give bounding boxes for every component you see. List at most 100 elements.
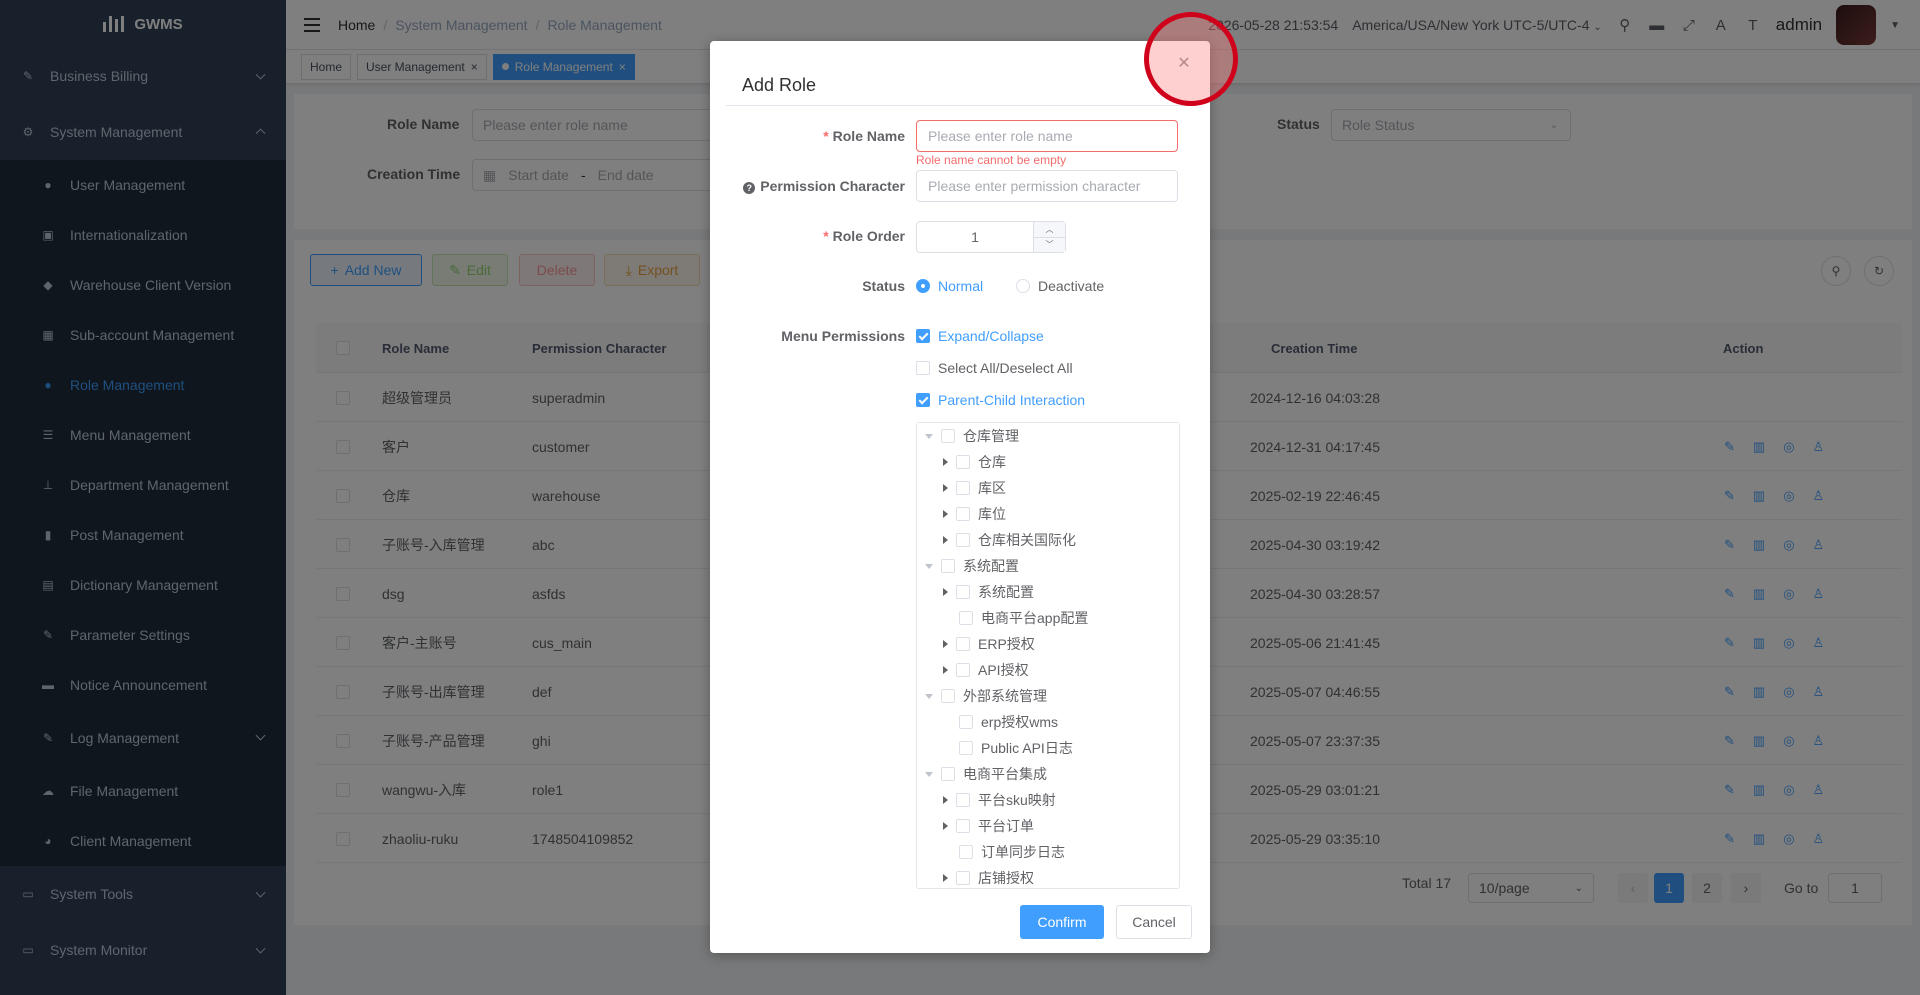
tree-node[interactable]: 系统配置 (925, 553, 1019, 579)
tree-node-label: 平台sku映射 (978, 792, 1056, 808)
tree-node[interactable]: 外部系统管理 (925, 683, 1047, 709)
caret-right-icon[interactable] (943, 588, 948, 596)
tree-node[interactable]: 平台订单 (943, 813, 1034, 839)
caret-right-icon[interactable] (943, 796, 948, 804)
checkbox-checked (916, 329, 930, 343)
tree-node-checkbox[interactable] (959, 611, 973, 625)
caret-right-icon[interactable] (943, 484, 948, 492)
tree-node[interactable]: 仓库 (943, 449, 1006, 475)
tree-node-label: 库区 (978, 480, 1006, 496)
tree-node[interactable]: 订单同步日志 (943, 839, 1065, 865)
tree-node-checkbox[interactable] (956, 455, 970, 469)
checkbox-label: Parent-Child Interaction (938, 392, 1086, 408)
caret-down-icon[interactable] (925, 693, 933, 699)
caret-right-icon[interactable] (943, 510, 948, 518)
tree-node-label: erp授权wms (981, 714, 1059, 730)
caret-right-icon[interactable] (943, 822, 948, 830)
increase-icon[interactable]: ︿ (1034, 222, 1065, 238)
tree-node[interactable]: 系统配置 (943, 579, 1034, 605)
tree-node-label: ERP授权 (978, 636, 1035, 652)
tree-node-label: 订单同步日志 (981, 844, 1065, 860)
tree-node-label: 外部系统管理 (963, 688, 1047, 704)
role-name-input[interactable]: Please enter role name (916, 120, 1178, 152)
tree-node-checkbox[interactable] (941, 559, 955, 573)
tree-node-label: 仓库管理 (963, 428, 1019, 444)
caret-right-icon[interactable] (943, 666, 948, 674)
dialog-title: Add Role (742, 75, 817, 95)
tree-node-checkbox[interactable] (956, 481, 970, 495)
expand-collapse-checkbox[interactable]: Expand/Collapse (916, 328, 1044, 344)
tree-node[interactable]: 电商平台app配置 (943, 605, 1088, 631)
caret-right-icon[interactable] (943, 536, 948, 544)
caret-down-icon[interactable] (925, 433, 933, 439)
cancel-button[interactable]: Cancel (1116, 905, 1192, 939)
tree-node[interactable]: Public API日志 (943, 735, 1073, 761)
tree-node-label: API授权 (978, 662, 1029, 678)
menu-permissions-label: Menu Permissions (781, 328, 905, 344)
status-normal-radio[interactable]: Normal (916, 278, 983, 294)
label-text: Permission Character (760, 178, 905, 194)
label-text: Role Name (832, 128, 905, 144)
tree-node[interactable]: ERP授权 (943, 631, 1035, 657)
role-order-value[interactable]: 1 (917, 222, 1033, 252)
tree-node-label: 店铺授权 (978, 870, 1034, 886)
caret-down-icon[interactable] (925, 771, 933, 777)
caret-right-icon[interactable] (943, 458, 948, 466)
tree-node-label: 系统配置 (978, 584, 1034, 600)
help-icon[interactable]: ? (743, 182, 756, 194)
decrease-icon[interactable]: ﹀ (1034, 238, 1065, 253)
tree-node[interactable]: 库区 (943, 475, 1006, 501)
role-order-stepper[interactable]: 1 ︿ ﹀ (916, 221, 1066, 253)
required-mark: * (823, 128, 829, 144)
tree-node-checkbox[interactable] (956, 533, 970, 547)
parent-child-checkbox[interactable]: Parent-Child Interaction (916, 392, 1085, 408)
select-all-checkbox[interactable]: Select All/Deselect All (916, 360, 1073, 376)
confirm-button[interactable]: Confirm (1020, 905, 1104, 939)
tree-node-checkbox[interactable] (941, 767, 955, 781)
tree-node-checkbox[interactable] (959, 845, 973, 859)
caret-down-icon[interactable] (925, 563, 933, 569)
add-role-dialog: Add Role ✕ * Role Name Please enter role … (710, 41, 1210, 953)
radio-label: Deactivate (1038, 278, 1105, 294)
placeholder: Please enter role name (928, 128, 1073, 144)
dialog-divider (726, 105, 1194, 106)
tree-node-label: 仓库 (978, 454, 1006, 470)
tree-node[interactable]: 电商平台集成 (925, 761, 1047, 787)
tree-node[interactable]: 仓库管理 (925, 423, 1019, 449)
tree-node-checkbox[interactable] (941, 689, 955, 703)
tree-node-checkbox[interactable] (956, 793, 970, 807)
tree-node-label: 平台订单 (978, 818, 1034, 834)
tree-node-label: 电商平台集成 (963, 766, 1047, 782)
tree-node-checkbox[interactable] (959, 715, 973, 729)
tree-node-label: 电商平台app配置 (981, 610, 1089, 626)
checkbox-checked (916, 393, 930, 407)
required-mark: * (823, 228, 829, 244)
tree-node[interactable]: erp授权wms (943, 709, 1058, 735)
tree-node-checkbox[interactable] (956, 637, 970, 651)
app-root: GWMS ✎ Business Billing ⚙ System Managem… (0, 0, 1920, 995)
tree-node[interactable]: 仓库相关国际化 (943, 527, 1076, 553)
tree-node-label: 系统配置 (963, 558, 1019, 574)
click-highlight (1144, 12, 1238, 106)
tree-node[interactable]: API授权 (943, 657, 1029, 683)
tree-node[interactable]: 平台sku映射 (943, 787, 1056, 813)
tree-node-checkbox[interactable] (956, 507, 970, 521)
tree-node-label: 仓库相关国际化 (978, 532, 1076, 548)
tree-node-checkbox[interactable] (956, 819, 970, 833)
permission-label: ? Permission Character (743, 178, 905, 194)
tree-node[interactable]: 店铺授权 (943, 865, 1034, 888)
menu-permission-tree[interactable]: 仓库管理 仓库 库区 库位 仓库相关国际化 系统配置 系统配置 电商平台app配置 ERP授权 A… (916, 422, 1180, 889)
tree-node-checkbox[interactable] (959, 741, 973, 755)
tree-node-checkbox[interactable] (941, 429, 955, 443)
caret-right-icon[interactable] (943, 640, 948, 648)
radio-label: Normal (938, 278, 984, 294)
tree-node-label: 库位 (978, 506, 1006, 522)
caret-right-icon[interactable] (943, 874, 948, 882)
tree-node[interactable]: 库位 (943, 501, 1006, 527)
tree-node-checkbox[interactable] (956, 663, 970, 677)
permission-input[interactable]: Please enter permission character (916, 170, 1178, 202)
tree-node-checkbox[interactable] (956, 871, 970, 885)
status-deactivate-radio[interactable]: Deactivate (1016, 278, 1104, 294)
tree-node-checkbox[interactable] (956, 585, 970, 599)
label-text: Role Order (832, 228, 905, 244)
